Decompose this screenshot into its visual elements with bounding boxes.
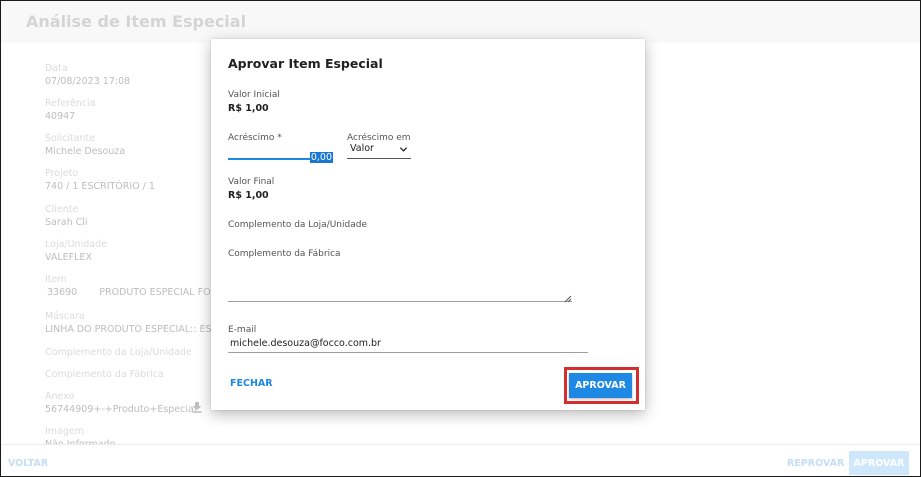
aprovar-button[interactable]: APROVAR xyxy=(569,373,632,398)
chevron-down-icon xyxy=(399,147,408,152)
aprovar-dialog: Aprovar Item Especial Valor Inicial R$ 1… xyxy=(211,39,645,410)
acrescimo-em-selected: Valor xyxy=(350,143,374,154)
email-field[interactable]: michele.desouza@focco.com.br xyxy=(230,338,381,349)
resize-handle-icon[interactable] xyxy=(564,295,572,303)
email-label: E-mail xyxy=(228,325,257,335)
valor-inicial-value: R$ 1,00 xyxy=(228,103,269,114)
fechar-button[interactable]: FECHAR xyxy=(230,378,273,389)
complemento-loja-label: Complemento da Loja/Unidade xyxy=(228,220,367,230)
app-frame: Análise de Item Especial Data 07/08/2023… xyxy=(0,0,921,477)
complemento-fabrica-label: Complemento da Fábrica xyxy=(228,249,341,259)
valor-final-value: R$ 1,00 xyxy=(228,190,269,201)
acrescimo-label: Acréscimo * xyxy=(228,133,282,143)
email-underline xyxy=(228,352,588,353)
acrescimo-value: 0,00 xyxy=(309,152,333,163)
acrescimo-input[interactable]: 0,00 xyxy=(228,143,333,163)
complemento-fabrica-textarea[interactable] xyxy=(228,301,572,302)
acrescimo-em-label: Acréscimo em xyxy=(347,133,411,143)
valor-final-label: Valor Final xyxy=(228,177,275,187)
valor-inicial-label: Valor Inicial xyxy=(228,90,280,100)
acrescimo-em-select[interactable]: Valor xyxy=(347,143,411,159)
dialog-title: Aprovar Item Especial xyxy=(228,56,383,71)
